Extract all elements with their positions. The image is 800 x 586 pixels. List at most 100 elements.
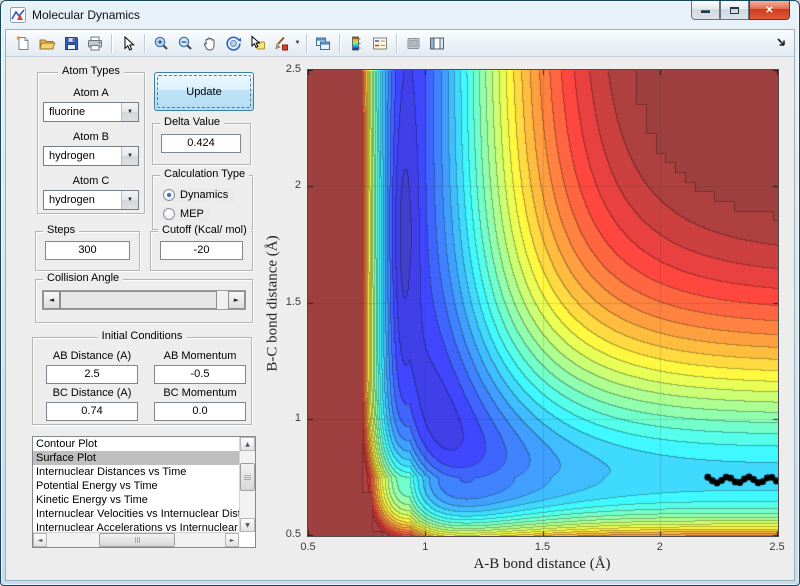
cutoff-field[interactable]: -20 xyxy=(160,241,243,260)
colorbar-icon[interactable] xyxy=(344,32,368,55)
list-item[interactable]: Kinetic Energy vs Time xyxy=(33,493,239,507)
initial-conditions-legend: Initial Conditions xyxy=(97,330,187,342)
update-button[interactable]: Update xyxy=(154,72,254,111)
atom-b-value: hydrogen xyxy=(49,150,95,162)
toolbar-separator xyxy=(144,33,145,53)
slider-thumb[interactable] xyxy=(60,291,217,309)
open-folder-icon[interactable] xyxy=(35,32,59,55)
init-cond-field[interactable]: 2.5 xyxy=(46,365,138,384)
window-title: Molecular Dynamics xyxy=(32,8,141,22)
toolbar-separator xyxy=(111,33,112,53)
x-tick-label: 2 xyxy=(656,541,663,553)
y-axis-label: B-C bond distance (Å) xyxy=(264,235,281,372)
minimize-button[interactable]: ▬ xyxy=(691,1,720,20)
list-item[interactable]: Potential Energy vs Time xyxy=(33,479,239,493)
radio-label: Dynamics xyxy=(180,189,229,201)
app-window: Molecular Dynamics ▬ ✕ ▼ Atom Types Atom… xyxy=(0,0,800,586)
init-cond-field[interactable]: -0.5 xyxy=(154,365,246,384)
radio-selected-icon xyxy=(163,189,175,201)
save-icon[interactable] xyxy=(59,32,83,55)
listbox-hscrollbar[interactable]: ◄ ► xyxy=(33,532,239,547)
brush-icon[interactable] xyxy=(269,32,293,55)
zoom-in-icon[interactable] xyxy=(149,32,173,55)
x-axis-label: A-B bond distance (Å) xyxy=(473,556,611,572)
list-item[interactable]: Contour Plot xyxy=(33,437,239,451)
scroll-up-icon[interactable]: ▲ xyxy=(240,437,255,451)
title-bar[interactable]: Molecular Dynamics ▬ ✕ xyxy=(1,1,799,29)
close-button[interactable]: ✕ xyxy=(749,1,790,20)
y-tick-label: 0.5 xyxy=(285,528,301,540)
radio-dynamics[interactable]: Dynamics xyxy=(161,188,235,202)
calculation-type-panel: Calculation Type xyxy=(152,168,253,230)
init-cond-field[interactable]: 0.0 xyxy=(154,402,246,421)
matlab-figure-icon xyxy=(10,7,26,23)
atom-a-dropdown[interactable]: fluorine ▼ xyxy=(43,102,139,122)
maximize-button[interactable] xyxy=(720,1,749,20)
cutoff-legend: Cutoff (Kcal/ mol) xyxy=(158,224,251,236)
collision-angle-slider[interactable]: ◄ ► xyxy=(42,290,246,310)
toolbar-separator xyxy=(396,33,397,53)
list-item[interactable]: Internuclear Velocities vs Internuclear … xyxy=(33,507,239,521)
atom-a-label: Atom A xyxy=(73,87,109,99)
delta-value-legend: Delta Value xyxy=(160,116,225,128)
slider-left-arrow-icon[interactable]: ◄ xyxy=(43,291,60,309)
listbox-vscrollbar[interactable]: ▲ ▼ xyxy=(239,437,255,532)
init-cond-field[interactable]: 0.74 xyxy=(46,402,138,421)
x-tick-label: 1 xyxy=(422,541,429,553)
x-tick-label: 0.5 xyxy=(300,541,316,553)
init-cond-label: AB Momentum xyxy=(163,350,237,362)
dock-figure-icon[interactable] xyxy=(776,37,788,49)
scroll-left-icon[interactable]: ◄ xyxy=(33,533,47,547)
init-cond-label: BC Distance (A) xyxy=(52,387,132,399)
x-tick-label: 2.5 xyxy=(769,541,785,553)
list-item[interactable]: Internuclear Accelerations vs Internucle… xyxy=(33,521,239,532)
calculation-type-legend: Calculation Type xyxy=(160,168,250,180)
list-item[interactable]: Internuclear Distances vs Time xyxy=(33,465,239,479)
plot-type-listbox[interactable]: Contour Plot Surface Plot Internuclear Dis… xyxy=(32,436,256,548)
list-item[interactable]: Surface Plot xyxy=(33,451,239,465)
data-cursor-icon[interactable] xyxy=(245,32,269,55)
print-icon[interactable] xyxy=(83,32,107,55)
rotate-3d-icon[interactable] xyxy=(221,32,245,55)
y-tick-label: 2.5 xyxy=(285,63,301,75)
chevron-down-icon[interactable]: ▼ xyxy=(121,191,138,209)
hide-plot-tools-icon[interactable] xyxy=(401,32,425,55)
atom-c-value: hydrogen xyxy=(49,194,95,206)
collision-angle-legend: Collision Angle xyxy=(43,272,124,284)
pointer-icon[interactable] xyxy=(116,32,140,55)
delta-value-field[interactable]: 0.424 xyxy=(161,134,241,153)
zoom-out-icon[interactable] xyxy=(173,32,197,55)
atom-c-dropdown[interactable]: hydrogen ▼ xyxy=(43,190,139,210)
steps-legend: Steps xyxy=(43,224,80,236)
legend-icon[interactable] xyxy=(368,32,392,55)
scroll-right-icon[interactable]: ► xyxy=(225,533,239,547)
pan-icon[interactable] xyxy=(197,32,221,55)
radio-unselected-icon xyxy=(163,208,175,220)
figure-toolbar: ▼ xyxy=(6,30,794,57)
chevron-down-icon[interactable]: ▼ xyxy=(121,147,138,165)
radio-label: MEP xyxy=(180,208,204,220)
chevron-down-icon[interactable]: ▼ xyxy=(121,103,138,121)
brush-dropdown-icon[interactable]: ▼ xyxy=(293,32,302,55)
init-cond-label: BC Momentum xyxy=(163,387,237,399)
figure-canvas: Atom Types Atom A fluorine ▼ Atom B hydr… xyxy=(6,57,794,580)
atom-b-dropdown[interactable]: hydrogen ▼ xyxy=(43,146,139,166)
toolbar-separator xyxy=(306,33,307,53)
steps-field[interactable]: 300 xyxy=(45,241,130,260)
atom-types-legend: Atom Types xyxy=(58,65,124,77)
new-file-icon[interactable] xyxy=(11,32,35,55)
contour-canvas[interactable] xyxy=(308,70,778,536)
atom-a-value: fluorine xyxy=(49,106,86,118)
vscroll-thumb[interactable] xyxy=(240,463,255,491)
atom-c-label: Atom C xyxy=(72,175,110,187)
x-tick-label: 1.5 xyxy=(534,541,551,553)
scroll-down-icon[interactable]: ▼ xyxy=(240,518,255,532)
slider-right-arrow-icon[interactable]: ► xyxy=(228,291,245,309)
atom-b-label: Atom B xyxy=(72,131,110,143)
radio-mep[interactable]: MEP xyxy=(161,207,210,221)
init-cond-label: AB Distance (A) xyxy=(52,350,132,362)
hscroll-thumb[interactable] xyxy=(99,533,175,547)
show-plot-tools-icon[interactable] xyxy=(425,32,449,55)
link-plots-icon[interactable] xyxy=(311,32,335,55)
contour-plot-area[interactable] xyxy=(307,69,779,537)
